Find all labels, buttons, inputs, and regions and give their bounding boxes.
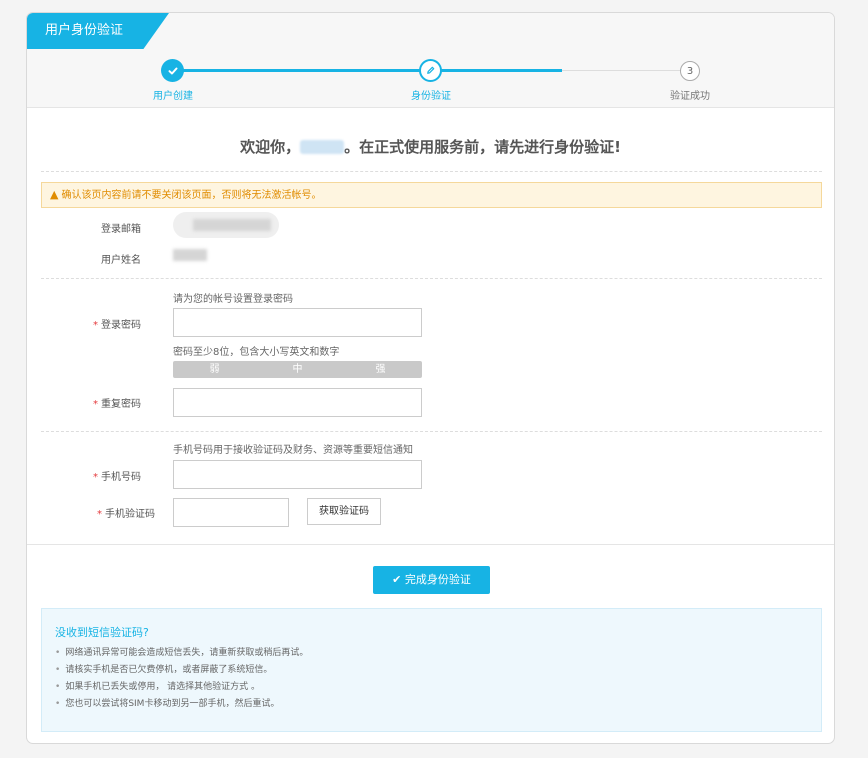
confirm-password-input[interactable] [173, 388, 422, 417]
complete-verification-button[interactable]: ✔ 完成身份验证 [373, 566, 490, 594]
password-strength-meter: 弱 中 强 [173, 361, 422, 378]
page-title: 用户身份验证 [27, 13, 169, 49]
check-icon: ✔ [392, 573, 402, 586]
step-1-dot [161, 59, 184, 82]
step-line-todo [562, 70, 689, 71]
warning-icon: ▲ [50, 188, 59, 201]
name-label: 用户姓名 [101, 255, 141, 266]
confirm-password-label: * 重复密码 [93, 399, 141, 410]
email-blur [193, 219, 271, 231]
phone-input[interactable] [173, 460, 422, 489]
divider [27, 544, 834, 545]
divider [41, 171, 822, 172]
step-2-label: 身份验证 [411, 91, 451, 102]
divider [41, 278, 822, 279]
strength-weak: 弱 [209, 364, 220, 375]
welcome-prefix: 欢迎你， [240, 138, 301, 156]
email-label: 登录邮箱 [101, 224, 141, 235]
help-item: 请核实手机是否已欠费停机，或者屏蔽了系统短信。 [55, 662, 308, 679]
sms-code-label: * 手机验证码 [97, 509, 155, 520]
help-box: 没收到短信验证码? 网络通讯异常可能会造成短信丢失，请重新获取或稍后再试。 请核… [41, 608, 822, 732]
sms-code-input[interactable] [173, 498, 289, 527]
warning-banner: ▲ 确认该页内容前请不要关闭该页面，否则将无法激活帐号。 [41, 182, 822, 208]
get-code-button[interactable]: 获取验证码 [307, 498, 381, 525]
step-3-label: 验证成功 [670, 91, 710, 102]
step-line-done [173, 69, 431, 72]
check-icon [168, 67, 177, 74]
divider [41, 431, 822, 432]
welcome-message: 欢迎你， 。在正式使用服务前，请先进行身份验证! [27, 136, 834, 157]
password-label: * 登录密码 [93, 320, 141, 331]
user-name-blurred [300, 140, 345, 154]
help-list: 网络通讯异常可能会造成短信丢失，请重新获取或稍后再试。 请核实手机是否已欠费停机… [55, 645, 308, 713]
step-1-label: 用户创建 [153, 91, 193, 102]
phone-hint: 手机号码用于接收验证码及财务、资源等重要短信通知 [173, 445, 413, 456]
help-title: 没收到短信验证码? [55, 626, 149, 639]
warning-text: 确认该页内容前请不要关闭该页面，否则将无法激活帐号。 [61, 190, 322, 201]
pencil-icon [427, 66, 435, 74]
help-item: 您也可以尝试将SIM卡移动到另一部手机，然后重试。 [55, 696, 308, 713]
step-line-current [431, 69, 562, 72]
card-header: 用户身份验证 3 用户创建 身份验证 验证成功 [27, 13, 834, 108]
strength-strong: 强 [375, 364, 386, 375]
password-hint: 请为您的帐号设置登录密码 [173, 294, 293, 305]
name-value-blurred [173, 249, 207, 261]
verification-card: 用户身份验证 3 用户创建 身份验证 验证成功 欢迎你， 。在正式使用服务前，请先… [26, 12, 835, 744]
welcome-suffix: 。在正式使用服务前，请先进行身份验证! [344, 138, 621, 156]
step-2-dot [419, 59, 442, 82]
password-rule: 密码至少8位，包含大小写英文和数字 [173, 347, 340, 358]
password-input[interactable] [173, 308, 422, 337]
phone-label: * 手机号码 [93, 472, 141, 483]
step-3-dot: 3 [680, 61, 700, 81]
help-item: 如果手机已丢失或停用， 请选择其他验证方式 。 [55, 679, 308, 696]
strength-medium: 中 [292, 364, 303, 375]
progress-steps: 3 用户创建 身份验证 验证成功 [27, 57, 834, 107]
help-item: 网络通讯异常可能会造成短信丢失，请重新获取或稍后再试。 [55, 645, 308, 662]
